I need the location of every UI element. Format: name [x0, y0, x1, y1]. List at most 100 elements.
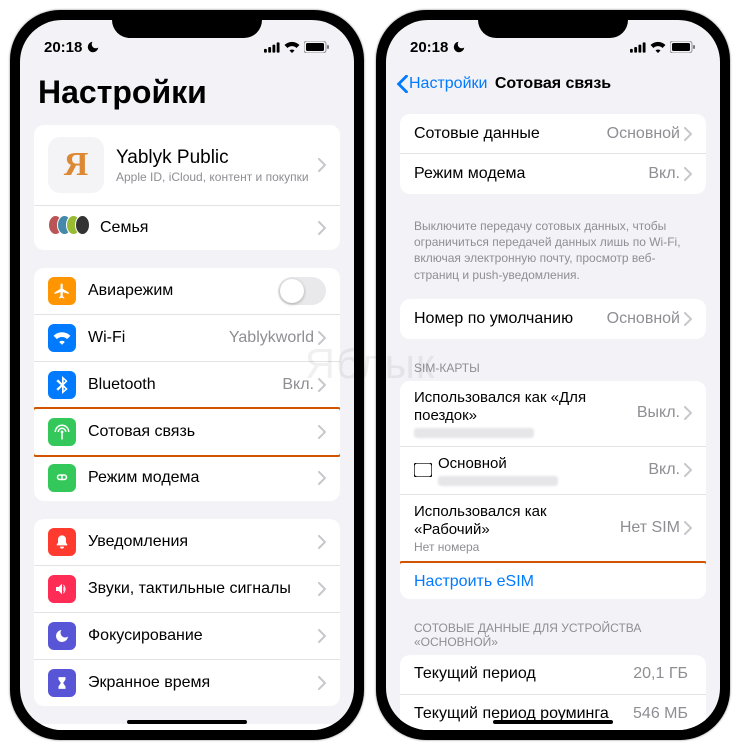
- screentime-label: Экранное время: [88, 674, 318, 692]
- current-period-row[interactable]: Текущий период 20,1 ГБ: [400, 655, 706, 695]
- sim-primary-value: Вкл.: [648, 461, 680, 479]
- apple-id-name: Yablyk Public: [116, 147, 318, 169]
- battery-icon: [670, 41, 696, 53]
- cell-data-footer: Выключите передачу сотовых данных, чтобы…: [386, 212, 720, 299]
- nav-title: Сотовая связь: [495, 75, 611, 93]
- avatar-logo: Я: [48, 137, 104, 193]
- screentime-row[interactable]: Экранное время: [34, 660, 340, 706]
- sounds-label: Звуки, тактильные сигналы: [88, 580, 318, 598]
- redacted-number: [414, 428, 534, 438]
- chevron-right-icon: [684, 127, 692, 141]
- hourglass-icon: [48, 669, 76, 697]
- chevron-right-icon: [684, 167, 692, 181]
- cellular-data-value: Основной: [607, 125, 680, 143]
- bell-icon: [48, 528, 76, 556]
- status-time: 20:18: [44, 39, 82, 56]
- chevron-right-icon: [318, 676, 326, 690]
- sim-primary-label: Основной: [438, 455, 648, 473]
- home-indicator[interactable]: [127, 720, 247, 724]
- device-frame-right: 20:18 Настройки Сотовая связь Сотовые да…: [376, 10, 730, 740]
- notch: [112, 10, 262, 38]
- sim-travel-label: Использовался как «Для поездок»: [414, 389, 637, 425]
- airplane-toggle[interactable]: [278, 277, 326, 305]
- general-group: Основные Пункт управления AA Экран и ярк…: [34, 724, 340, 730]
- moon-icon: [452, 40, 466, 54]
- sim-header: SIM-КАРТЫ: [386, 357, 720, 381]
- bluetooth-row[interactable]: Bluetooth Вкл.: [34, 362, 340, 409]
- hotspot-row[interactable]: Режим модема Вкл.: [400, 154, 706, 194]
- page-title: Настройки: [20, 64, 354, 125]
- notch: [478, 10, 628, 38]
- apple-id-sub: Apple ID, iCloud, контент и покупки: [116, 170, 318, 184]
- chevron-right-icon: [318, 378, 326, 392]
- general-row[interactable]: Основные: [34, 724, 340, 730]
- wifi-row-icon: [48, 324, 76, 352]
- cellular-icon: [630, 42, 646, 53]
- chevron-right-icon: [684, 406, 692, 420]
- chevron-right-icon: [318, 629, 326, 643]
- sim-group: Использовался как «Для поездок» Выкл. Ос…: [400, 381, 706, 599]
- airplane-row[interactable]: Авиарежим: [34, 268, 340, 315]
- family-avatars: [48, 215, 90, 241]
- hotspot-icon: [48, 464, 76, 492]
- default-line-row[interactable]: Номер по умолчанию Основной: [400, 299, 706, 339]
- default-line-label: Номер по умолчанию: [414, 310, 607, 328]
- airplane-label: Авиарежим: [88, 282, 278, 300]
- sim-work-row[interactable]: Использовался как «Рабочий» Нет номера Н…: [400, 495, 706, 563]
- bluetooth-label: Bluetooth: [88, 376, 282, 394]
- sim-travel-value: Выкл.: [637, 404, 680, 422]
- home-indicator[interactable]: [493, 720, 613, 724]
- roaming-period-row[interactable]: Текущий период роуминга 546 МБ: [400, 695, 706, 730]
- status-right: [264, 41, 330, 53]
- esim-setup-row[interactable]: Настроить eSIM: [400, 561, 706, 599]
- default-line-group: Номер по умолчанию Основной: [400, 299, 706, 339]
- wifi-value: Yablykworld: [229, 329, 314, 347]
- status-time: 20:18: [410, 39, 448, 56]
- wifi-row[interactable]: Wi-Fi Yablykworld: [34, 315, 340, 362]
- device-frame-left: 20:18 Настройки Я Yablyk Public Apple ID…: [10, 10, 364, 740]
- family-row[interactable]: Семья: [34, 206, 340, 250]
- back-button[interactable]: Настройки: [396, 75, 487, 93]
- back-label: Настройки: [409, 75, 487, 93]
- airplane-icon: [48, 277, 76, 305]
- current-period-value: 20,1 ГБ: [633, 665, 688, 683]
- screen-left: 20:18 Настройки Я Yablyk Public Apple ID…: [20, 20, 354, 730]
- connectivity-group: Авиарежим Wi-Fi Yablykworld Bluetooth Вк…: [34, 268, 340, 501]
- sim-primary-row[interactable]: Основной Вкл.: [400, 447, 706, 495]
- sim-travel-row[interactable]: Использовался как «Для поездок» Выкл.: [400, 381, 706, 447]
- hotspot-label: Режим модема: [88, 469, 318, 487]
- sim-work-label: Использовался как «Рабочий»: [414, 503, 620, 539]
- chevron-right-icon: [318, 471, 326, 485]
- screen-right: 20:18 Настройки Сотовая связь Сотовые да…: [386, 20, 720, 730]
- chevron-right-icon: [684, 463, 692, 477]
- nav-bar: Настройки Сотовая связь: [386, 64, 720, 104]
- focus-row[interactable]: Фокусирование: [34, 613, 340, 660]
- sounds-row[interactable]: Звуки, тактильные сигналы: [34, 566, 340, 613]
- battery-icon: [304, 41, 330, 53]
- cellular-data-label: Сотовые данные: [414, 125, 607, 143]
- chevron-right-icon: [318, 221, 326, 235]
- device-data-header: СОТОВЫЕ ДАННЫЕ ДЛЯ УСТРОЙСТВА «ОСНОВНОЙ»: [386, 617, 720, 655]
- hotspot-label: Режим модема: [414, 165, 648, 183]
- antenna-icon: [48, 418, 76, 446]
- status-left: 20:18: [44, 39, 100, 56]
- chevron-right-icon: [318, 425, 326, 439]
- esim-label: Настроить eSIM: [414, 573, 534, 591]
- bluetooth-icon: [48, 371, 76, 399]
- cell-data-group: Сотовые данные Основной Режим модема Вкл…: [400, 114, 706, 194]
- hotspot-row[interactable]: Режим модема: [34, 455, 340, 501]
- status-right: [630, 41, 696, 53]
- chevron-left-icon: [396, 75, 408, 93]
- sim-badge-icon: [414, 463, 432, 477]
- wifi-icon: [650, 41, 666, 53]
- chevron-right-icon: [318, 158, 326, 172]
- notifications-label: Уведомления: [88, 533, 318, 551]
- usage-group: Текущий период 20,1 ГБ Текущий период ро…: [400, 655, 706, 730]
- sim-work-value: Нет SIM: [620, 519, 680, 537]
- cellular-label: Сотовая связь: [88, 423, 318, 441]
- cellular-row[interactable]: Сотовая связь: [34, 407, 340, 457]
- apple-id-row[interactable]: Я Yablyk Public Apple ID, iCloud, контен…: [34, 125, 340, 206]
- cellular-data-row[interactable]: Сотовые данные Основной: [400, 114, 706, 154]
- notifications-row[interactable]: Уведомления: [34, 519, 340, 566]
- focus-label: Фокусирование: [88, 627, 318, 645]
